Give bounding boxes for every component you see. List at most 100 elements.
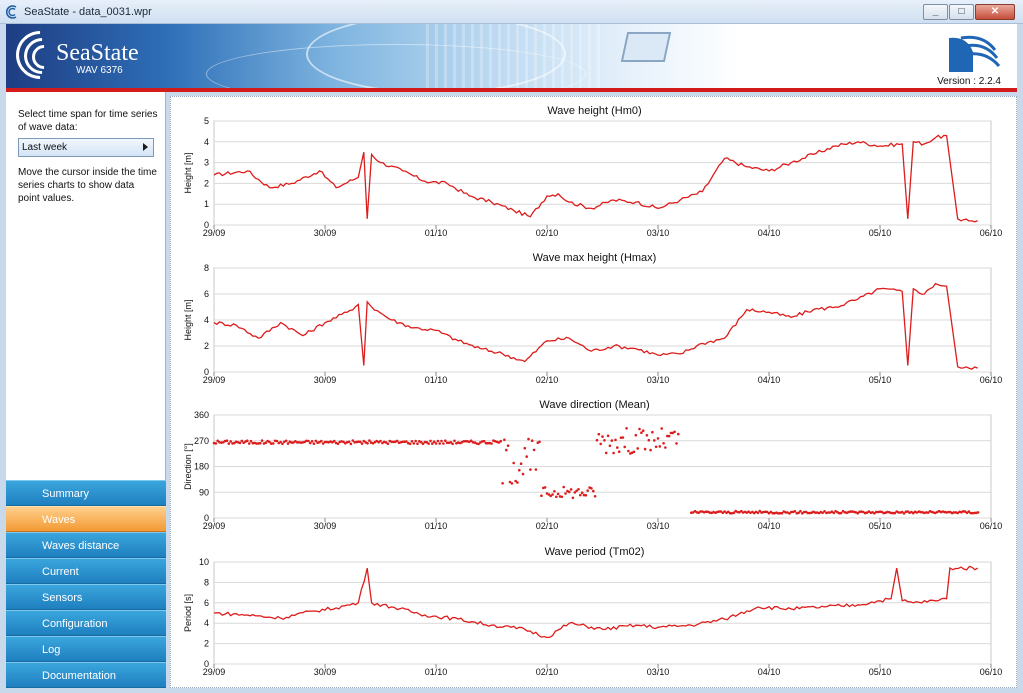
- data-point: [451, 442, 454, 446]
- y-tick-label: 8: [204, 263, 209, 273]
- data-point: [660, 427, 663, 430]
- charts-canvas[interactable]: 01234529/09 30/09 01/10 02/10 03/10 04/10 05/1…: [171, 97, 1016, 687]
- data-point: [246, 439, 249, 443]
- data-point: [656, 437, 660, 440]
- banner-artwork: SeaState WAV 6376: [6, 24, 741, 88]
- y-tick-label: 2: [204, 639, 209, 649]
- data-point: [569, 488, 573, 491]
- nav-item-documentation[interactable]: Documentation: [6, 662, 166, 688]
- x-tick-label: 05/10: [869, 228, 892, 238]
- data-point: [839, 511, 843, 515]
- data-point: [310, 440, 314, 443]
- minimize-icon: _: [932, 6, 939, 17]
- laptop-graphic: [620, 32, 672, 62]
- timespan-value: Last week: [22, 142, 68, 153]
- data-point: [597, 432, 601, 436]
- x-tick-label: 29/09: [203, 228, 226, 238]
- data-point: [510, 482, 514, 485]
- data-point: [651, 430, 654, 434]
- y-tick-label: 3: [204, 158, 209, 168]
- data-point: [667, 434, 671, 438]
- data-point: [560, 495, 564, 499]
- maximize-button[interactable]: □: [949, 4, 974, 20]
- data-point: [429, 439, 432, 443]
- data-point: [641, 429, 645, 433]
- y-tick-label: 5: [204, 116, 209, 126]
- data-point: [632, 450, 636, 454]
- data-point: [347, 440, 351, 444]
- chart-title: Wave period (Tm02): [544, 546, 645, 558]
- data-point: [260, 439, 264, 442]
- data-point: [410, 440, 414, 443]
- y-tick-label: 6: [204, 289, 209, 299]
- data-point: [238, 441, 242, 445]
- data-point: [521, 472, 525, 476]
- nav-item-configuration[interactable]: Configuration: [6, 610, 166, 636]
- y-axis-label: Height [m]: [183, 152, 193, 193]
- nav-item-log[interactable]: Log: [6, 636, 166, 662]
- app-logo-text: SeaState: [56, 40, 139, 66]
- data-point: [240, 439, 244, 443]
- header-banner: SeaState WAV 6376 Version : 2.2.4: [6, 24, 1017, 88]
- nav-item-summary[interactable]: Summary: [6, 480, 166, 506]
- data-point: [271, 442, 275, 445]
- data-point: [436, 439, 440, 443]
- data-point: [523, 446, 527, 450]
- data-point: [555, 495, 558, 499]
- data-point: [286, 442, 290, 445]
- data-point: [799, 509, 802, 513]
- x-tick-label: 29/09: [203, 375, 226, 385]
- nav-item-sensors[interactable]: Sensors: [6, 584, 166, 610]
- minimize-button[interactable]: _: [923, 4, 948, 20]
- data-point: [229, 440, 232, 443]
- x-tick-label: 03/10: [647, 521, 670, 531]
- data-point: [499, 439, 503, 443]
- data-point: [275, 439, 279, 443]
- y-tick-label: 8: [204, 577, 209, 587]
- y-tick-label: 4: [204, 315, 209, 325]
- data-point: [595, 438, 599, 442]
- y-tick-label: 1: [204, 199, 209, 209]
- x-tick-label: 02/10: [536, 228, 559, 238]
- close-button[interactable]: ✕: [975, 4, 1015, 20]
- data-point: [599, 442, 602, 446]
- data-point: [673, 430, 676, 434]
- nav-item-waves-distance[interactable]: Waves distance: [6, 532, 166, 558]
- timespan-select[interactable]: Last week: [18, 138, 154, 157]
- data-point: [543, 486, 547, 489]
- data-point: [627, 449, 630, 453]
- x-tick-label: 02/10: [536, 521, 559, 531]
- data-point: [530, 439, 534, 443]
- data-point: [529, 468, 532, 471]
- y-tick-label: 6: [204, 598, 209, 608]
- data-point: [638, 427, 641, 431]
- plot-area: [213, 561, 992, 665]
- data-point: [320, 439, 323, 443]
- data-point: [577, 488, 580, 491]
- nav-item-current[interactable]: Current: [6, 558, 166, 584]
- window-titlebar: SeaState - data_0031.wpr _ □ ✕: [0, 0, 1023, 24]
- x-tick-label: 30/09: [314, 521, 337, 531]
- x-tick-label: 04/10: [758, 375, 781, 385]
- data-point: [647, 438, 651, 442]
- y-axis-label: Direction [°]: [183, 443, 193, 490]
- data-point: [580, 491, 584, 495]
- data-point: [614, 438, 617, 442]
- data-point: [408, 442, 412, 446]
- data-point: [643, 447, 647, 451]
- data-point: [438, 442, 442, 445]
- x-tick-label: 05/10: [869, 375, 892, 385]
- data-point: [634, 433, 638, 437]
- data-point: [534, 468, 538, 471]
- nav-item-waves[interactable]: Waves: [6, 506, 166, 532]
- data-point: [333, 439, 336, 443]
- data-point: [412, 442, 416, 445]
- plot-area: [213, 120, 992, 226]
- data-point: [414, 439, 417, 443]
- data-point: [584, 494, 588, 497]
- data-point: [431, 442, 434, 445]
- data-point: [662, 442, 665, 445]
- data-point: [658, 445, 662, 448]
- y-tick-label: 90: [199, 487, 209, 497]
- chart-title: Wave direction (Mean): [539, 399, 650, 411]
